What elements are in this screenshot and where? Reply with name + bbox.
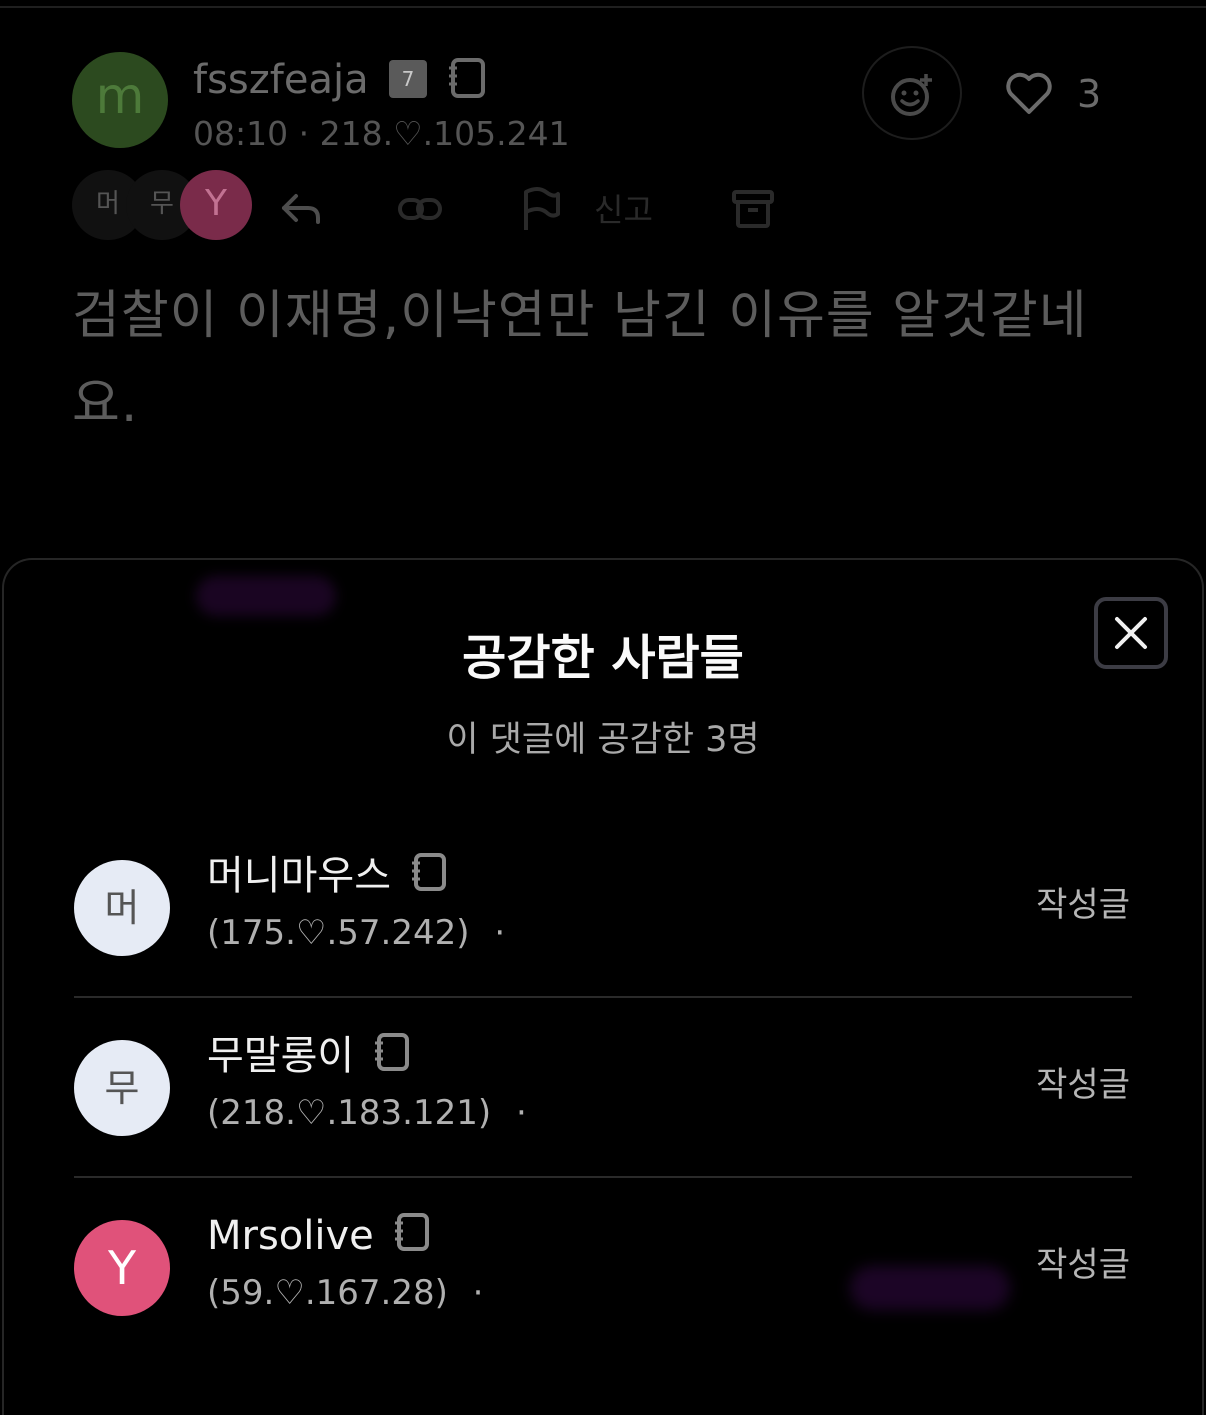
comment-meta: 08:10 · 218.♡.105.241 bbox=[193, 112, 570, 156]
liker-ip: (59.♡.167.28) · bbox=[207, 1268, 483, 1318]
report-button[interactable]: 신고 bbox=[594, 188, 653, 232]
sheet-title: 공감한 사람들 bbox=[462, 630, 744, 686]
dot-separator: · bbox=[515, 1093, 527, 1133]
liker-name[interactable]: 무말롱이 bbox=[207, 1028, 411, 1084]
blur-artifact bbox=[196, 576, 336, 616]
flag-icon[interactable] bbox=[518, 186, 562, 234]
liker-name-text: Mrsolive bbox=[207, 1213, 374, 1259]
like-count[interactable]: 3 bbox=[1077, 66, 1101, 122]
view-posts-link[interactable]: 작성글 bbox=[1036, 1240, 1130, 1290]
liker-avatar[interactable]: 무 bbox=[74, 1040, 170, 1136]
comment-ip: 218.♡.105.241 bbox=[319, 114, 570, 153]
reply-icon[interactable] bbox=[278, 186, 324, 232]
heart-icon[interactable] bbox=[1004, 70, 1054, 116]
smile-plus-icon bbox=[891, 74, 932, 116]
comment-time: 08:10 bbox=[193, 114, 289, 153]
liker-ip: (218.♡.183.121) · bbox=[207, 1088, 527, 1138]
notebook-icon[interactable] bbox=[408, 851, 448, 893]
liker-avatar[interactable]: 머 bbox=[74, 860, 170, 956]
level-badge: 7 bbox=[389, 60, 427, 98]
add-reaction-button[interactable] bbox=[862, 46, 962, 140]
screen: m fsszfeaja 7 08:10 · 218.♡.105.241 3 머 … bbox=[0, 0, 1206, 1415]
view-posts-link[interactable]: 작성글 bbox=[1036, 880, 1130, 930]
comment-body: 검찰이 이재명,이낙연만 남긴 이유를 알것같네요. bbox=[72, 286, 1088, 434]
comment-card: m fsszfeaja 7 08:10 · 218.♡.105.241 3 머 … bbox=[0, 0, 1206, 560]
sheet-subtitle: 이 댓글에 공감한 3명 bbox=[446, 720, 760, 760]
commenter-avatar[interactable]: m bbox=[72, 52, 168, 148]
liker-avatar[interactable]: Y bbox=[74, 1220, 170, 1316]
liker-ip: (175.♡.57.242) · bbox=[207, 908, 505, 958]
meta-separator: · bbox=[298, 114, 320, 153]
liker-ip-text: (59.♡.167.28) bbox=[207, 1273, 448, 1313]
liker-row[interactable]: 머 머니마우스 (175.♡.57.242) · 작성글 bbox=[74, 818, 1132, 998]
liker-ip-text: (175.♡.57.242) bbox=[207, 913, 470, 953]
archive-icon[interactable] bbox=[730, 186, 776, 232]
notebook-icon[interactable] bbox=[391, 1211, 431, 1253]
notebook-icon[interactable] bbox=[371, 1031, 411, 1073]
liker-row[interactable]: 무 무말롱이 (218.♡.183.121) · 작성글 bbox=[74, 998, 1132, 1178]
notebook-icon[interactable] bbox=[445, 56, 489, 100]
dot-separator: · bbox=[494, 913, 506, 953]
liker-name-text: 머니마우스 bbox=[207, 853, 391, 899]
view-posts-link[interactable]: 작성글 bbox=[1036, 1060, 1130, 1110]
blur-artifact bbox=[850, 1266, 1010, 1310]
reactor-avatar-3[interactable]: Y bbox=[180, 170, 252, 240]
dot-separator: · bbox=[472, 1273, 484, 1313]
commenter-username[interactable]: fsszfeaja bbox=[193, 52, 369, 108]
liker-name[interactable]: Mrsolive bbox=[207, 1208, 431, 1264]
link-icon[interactable] bbox=[396, 186, 444, 232]
liker-name-text: 무말롱이 bbox=[207, 1033, 355, 1079]
liker-ip-text: (218.♡.183.121) bbox=[207, 1093, 492, 1133]
liker-name[interactable]: 머니마우스 bbox=[207, 848, 448, 904]
